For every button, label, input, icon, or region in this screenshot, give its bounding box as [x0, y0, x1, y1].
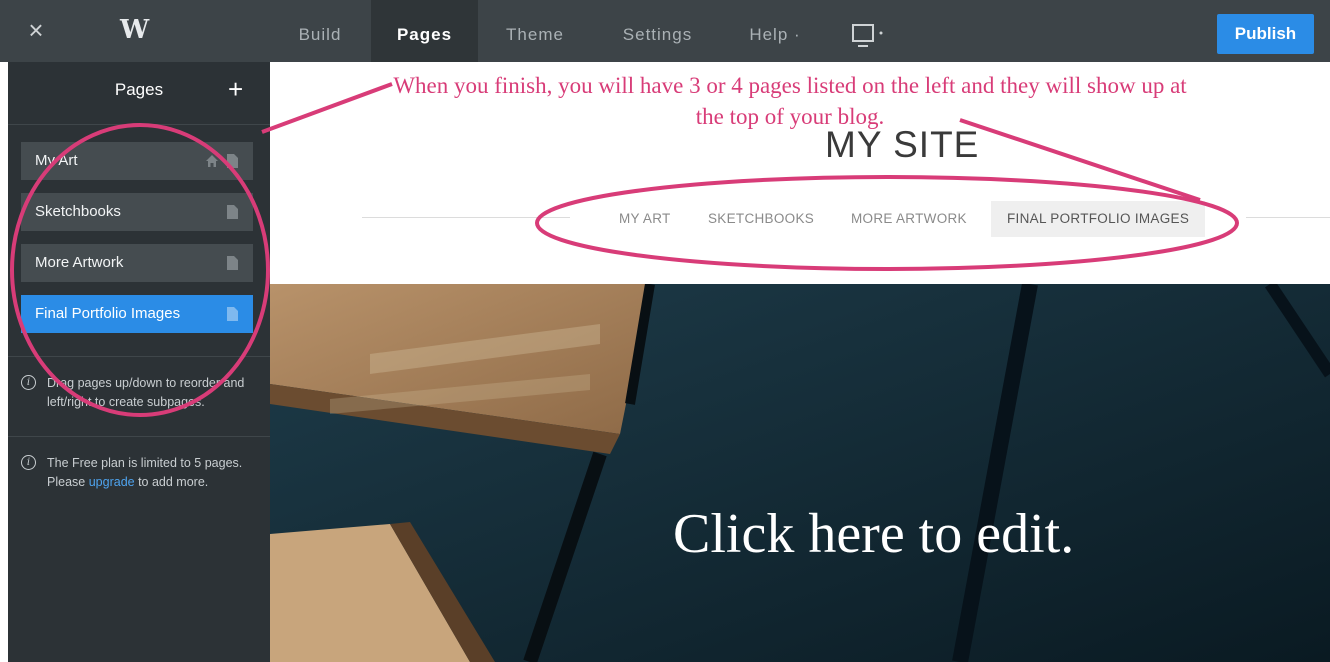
weebly-logo-icon: W — [120, 15, 150, 45]
pages-sidebar: Pages + My Art Sketchbooks More Artwork … — [8, 62, 270, 662]
home-icon — [206, 155, 218, 167]
upgrade-link[interactable]: upgrade — [89, 475, 135, 489]
tab-pages[interactable]: Pages — [371, 0, 478, 62]
hero-edit-text[interactable]: Click here to edit. — [673, 502, 1074, 566]
tutorial-annotation: When you finish, you will have 3 or 4 pa… — [393, 73, 1187, 129]
site-nav-more-artwork[interactable]: MORE ARTWORK — [851, 201, 967, 237]
site-nav-final-portfolio-images[interactable]: FINAL PORTFOLIO IMAGES — [991, 201, 1206, 237]
page-item-more-artwork[interactable]: More Artwork — [21, 244, 253, 282]
page-label: Final Portfolio Images — [35, 305, 181, 322]
page-item-final-portfolio-images[interactable]: Final Portfolio Images — [21, 295, 253, 333]
page-icon — [227, 307, 238, 321]
tab-build[interactable]: Build — [280, 0, 360, 62]
nav-divider — [1246, 217, 1330, 218]
info-icon: i — [21, 455, 36, 470]
site-nav-sketchbooks[interactable]: SKETCHBOOKS — [708, 201, 814, 237]
tab-help[interactable]: Help · — [735, 0, 815, 62]
divider — [8, 124, 270, 125]
site-preview: When you finish, you will have 3 or 4 pa… — [270, 62, 1330, 662]
reorder-hint-text: Drag pages up/down to reorder and left/r… — [47, 376, 245, 409]
reorder-hint: i Drag pages up/down to reorder and left… — [21, 374, 256, 412]
plan-limit-note: i The Free plan is limited to 5 pages. P… — [21, 454, 256, 492]
nav-divider — [362, 217, 570, 218]
page-label: More Artwork — [35, 254, 124, 271]
page-icon — [227, 205, 238, 219]
page-icon — [227, 154, 238, 168]
page-icon — [227, 256, 238, 270]
page-item-my-art[interactable]: My Art — [21, 142, 253, 180]
hero-banner[interactable]: Click here to edit. — [270, 284, 1330, 662]
plan-note-text-end: to add more. — [138, 475, 209, 489]
plus-icon[interactable]: + — [228, 74, 243, 104]
editor-toolbar: × W Build Pages Theme Settings Help · Pu… — [0, 0, 1330, 62]
info-icon: i — [21, 375, 36, 390]
divider — [8, 436, 270, 437]
site-nav-my-art[interactable]: MY ART — [619, 201, 671, 237]
page-item-sketchbooks[interactable]: Sketchbooks — [21, 193, 253, 231]
tab-settings[interactable]: Settings — [605, 0, 710, 62]
site-title[interactable]: MY SITE — [825, 124, 979, 166]
page-label: My Art — [35, 152, 78, 169]
monitor-icon[interactable] — [852, 24, 892, 50]
page-label: Sketchbooks — [35, 203, 121, 220]
divider — [8, 356, 270, 357]
close-icon[interactable]: × — [24, 17, 48, 43]
publish-button[interactable]: Publish — [1217, 14, 1314, 54]
tab-theme[interactable]: Theme — [490, 0, 580, 62]
hero-background-image — [270, 284, 1330, 662]
